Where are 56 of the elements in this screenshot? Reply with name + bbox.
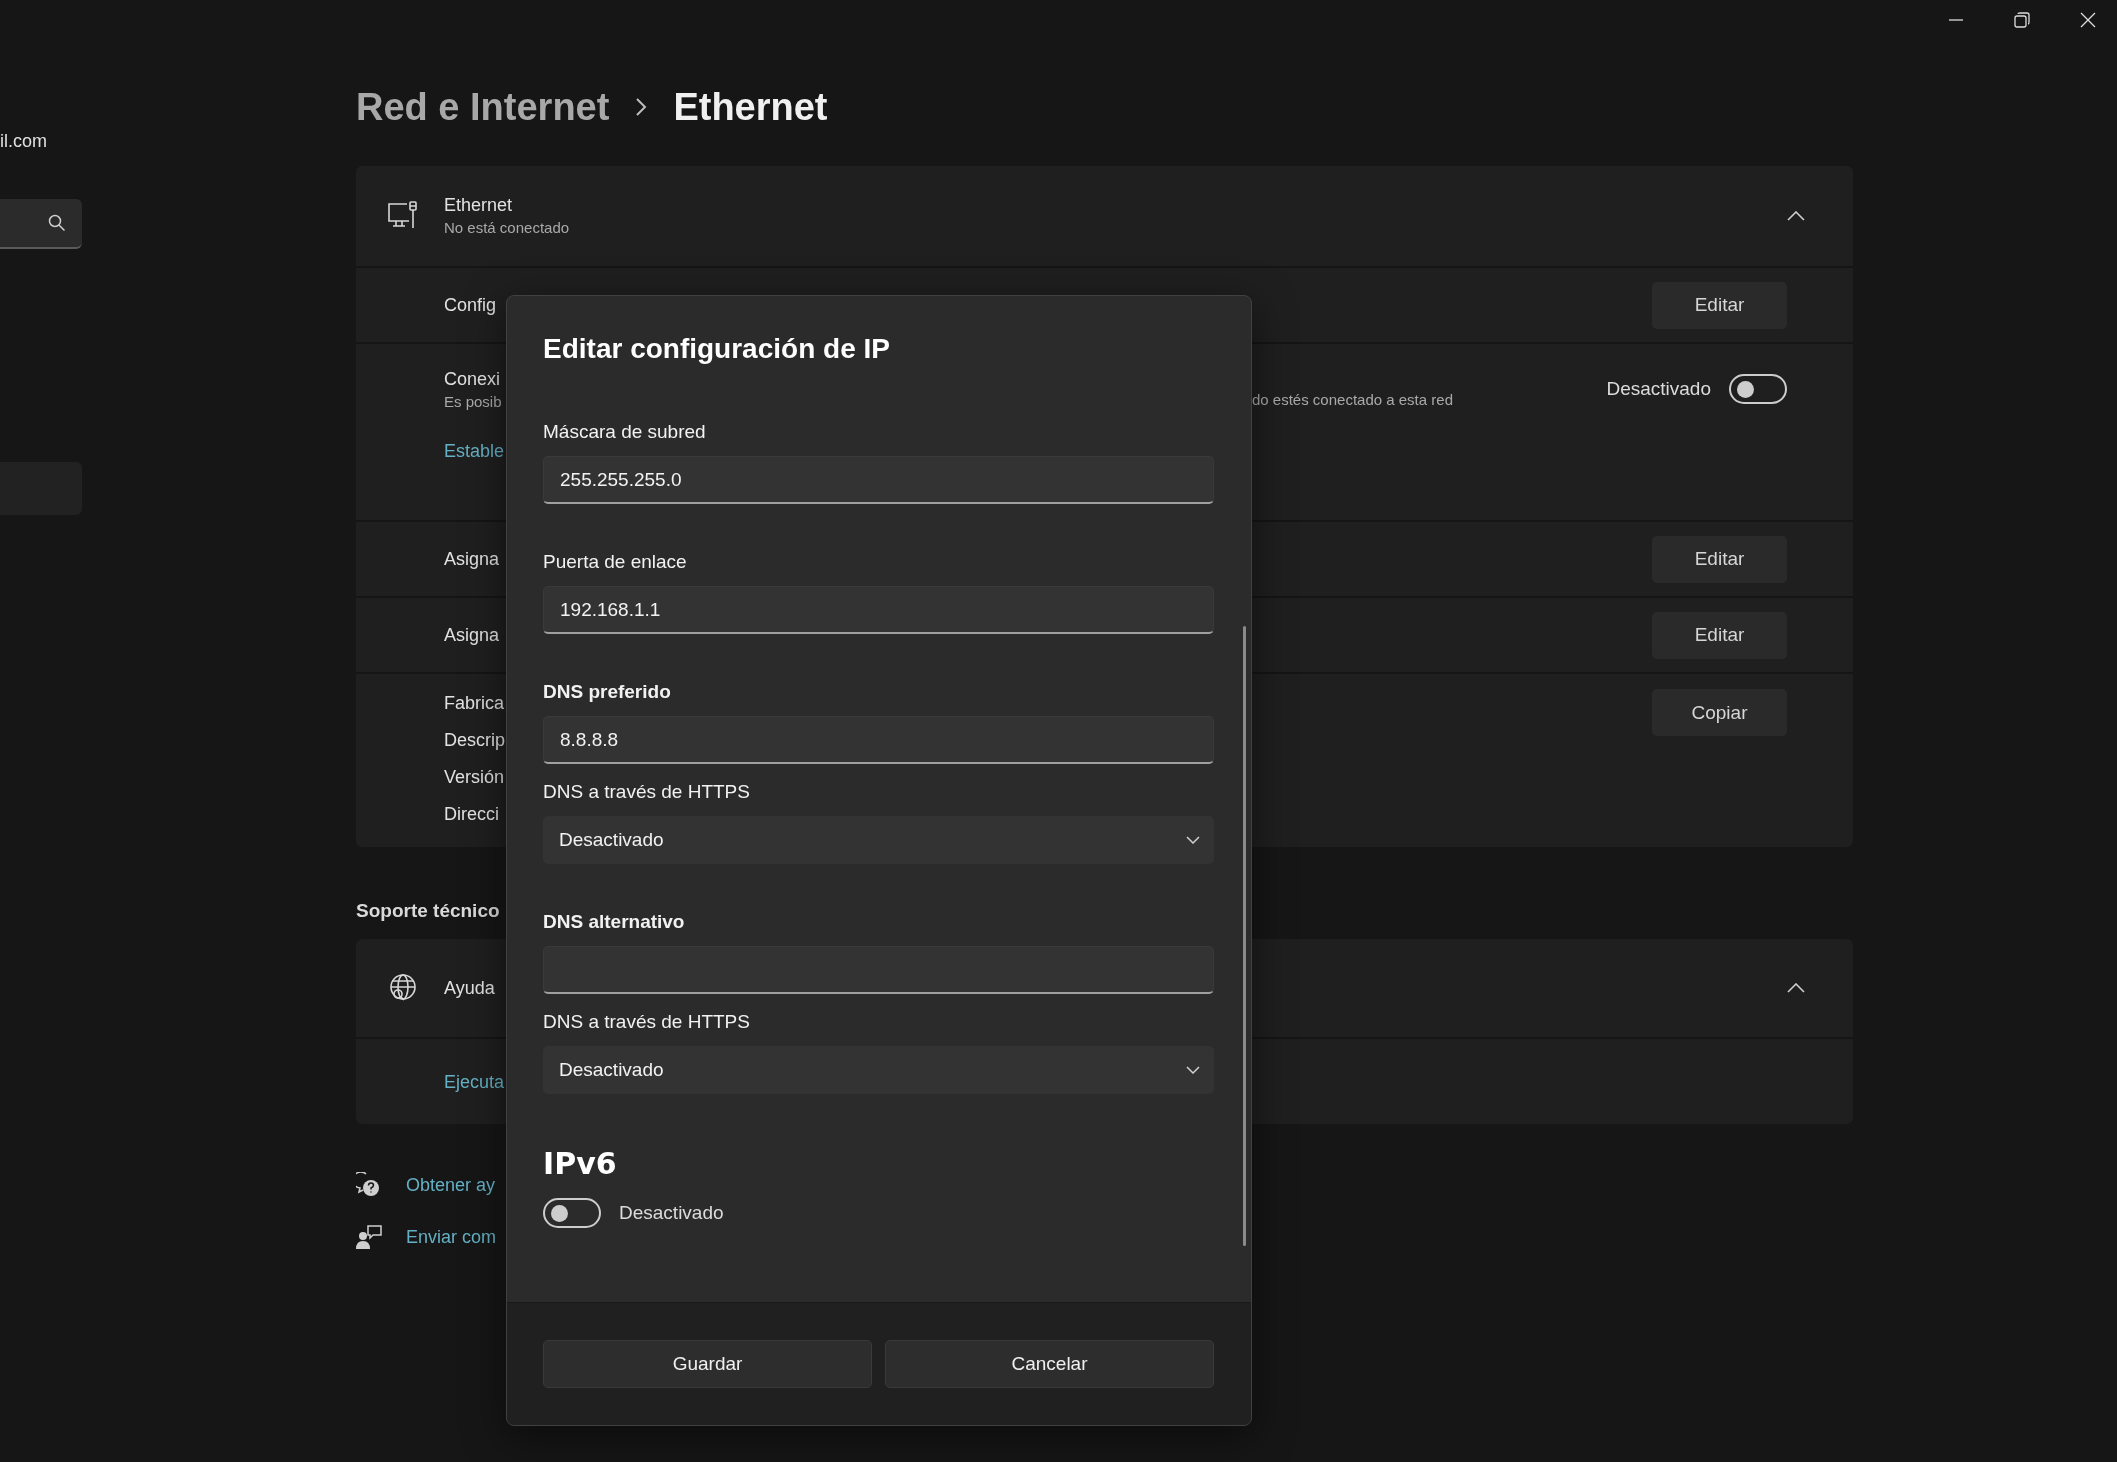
property-label: Fabrica [444,692,506,714]
property-label: Direcci [444,803,500,825]
toggle-switch[interactable] [543,1198,601,1228]
toggle-state-label: Desactivado [1606,378,1711,400]
field-label: DNS a través de HTTPS [543,780,750,804]
help-link[interactable]: Enviar com [406,1226,497,1248]
edit-button[interactable]: Editar [1652,535,1787,583]
chevron-down-icon [1186,836,1200,844]
chevron-up-icon[interactable] [1787,983,1805,993]
settings-link[interactable]: Estable [444,440,506,462]
toggle-state-label: Desactivado [619,1202,724,1224]
chevron-right-icon [635,97,648,117]
input-field[interactable]: 8.8.8.8 [543,716,1214,764]
search-icon [48,214,66,232]
property-label: Versión [444,766,506,788]
setting-description: Es posib [444,392,503,412]
connection-status: No está conectado [444,218,571,238]
edit-button[interactable]: Editar [1652,611,1787,659]
setting-label: Config [444,294,498,316]
restore-icon[interactable] [2011,9,2033,31]
breadcrumb-link[interactable]: Red e Internet [356,85,610,129]
setting-label: Conexi [444,368,502,390]
field-label: DNS a través de HTTPS [543,1010,750,1034]
scrollbar[interactable] [1243,626,1246,1246]
troubleshoot-link[interactable]: Ejecuta [444,1070,506,1093]
field-label: DNS alternativo [543,910,685,934]
dropdown[interactable]: Desactivado [543,1046,1214,1094]
dialog-title: Editar configuración de IP [543,332,890,366]
setting-label: Asigna [444,548,501,570]
dialog-button[interactable]: Cancelar [885,1340,1214,1388]
section-heading: IPv6 [543,1146,617,1182]
person-feedback-icon [356,1224,382,1250]
setting-label: Asigna [444,624,501,646]
toggle-switch[interactable] [1729,374,1787,404]
help-chat-icon [356,1172,382,1198]
dialog-button[interactable]: Guardar [543,1340,872,1388]
adapter-name: Ethernet [444,194,514,216]
field-label: Máscara de subred [543,420,706,444]
section-heading: Soporte técnico [356,899,500,923]
input-field[interactable]: 192.168.1.1 [543,586,1214,634]
copy-button[interactable]: Copiar [1652,689,1787,736]
edit-button[interactable]: Editar [1652,281,1787,329]
setting-description: do estés conectado a esta red [1252,390,1454,410]
property-label: Descrip [444,729,506,751]
help-link[interactable]: Obtener ay [406,1174,496,1196]
account-email: il.com [0,130,48,152]
page-title: Ethernet [673,85,828,129]
field-label: DNS preferido [543,680,671,704]
search-field[interactable] [0,199,82,249]
input-field[interactable]: 255.255.255.0 [543,456,1214,504]
field-label: Puerta de enlace [543,550,687,574]
chevron-down-icon [1186,1066,1200,1074]
chevron-up-icon[interactable] [1787,211,1805,221]
help-title: Ayuda [444,977,496,999]
input-field[interactable] [543,946,1214,994]
dropdown[interactable]: Desactivado [543,816,1214,864]
